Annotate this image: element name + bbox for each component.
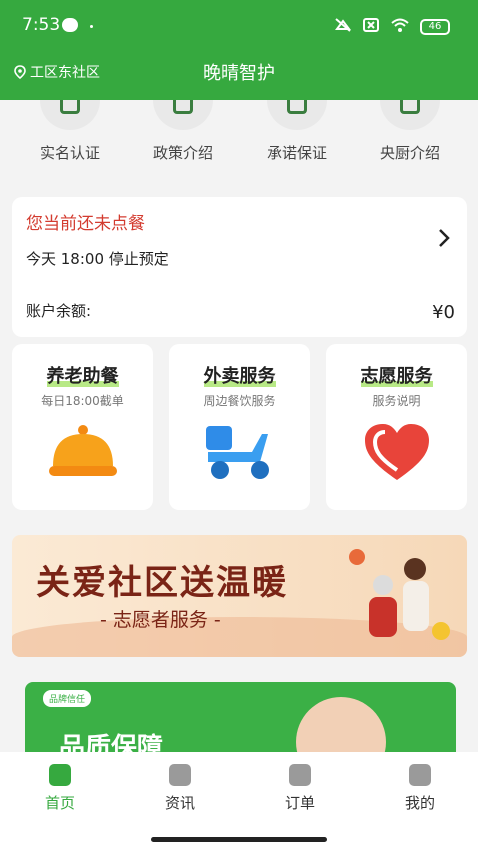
chevron-right-icon[interactable] (437, 227, 451, 255)
balance-label: 账户余额: (26, 302, 92, 320)
tab-home[interactable]: 首页 (10, 764, 110, 813)
home-icon (49, 764, 71, 786)
banner-subtitle: - 志愿者服务 - (100, 609, 221, 631)
quality-promo-card[interactable]: 品牌信任 品质保障 (25, 682, 456, 762)
order-status-card[interactable]: 您当前还未点餐 今天 18:00 停止预定 账户余额: ¥0 (12, 197, 467, 337)
quick-link-label: 政策介绍 (152, 144, 213, 162)
meal-cover-icon (49, 425, 117, 476)
wifi-icon (390, 17, 410, 37)
tab-profile[interactable]: 我的 (370, 764, 470, 813)
service-subtitle: 服务说明 (372, 394, 421, 408)
home-indicator[interactable] (151, 837, 327, 842)
wechat-icon (62, 18, 78, 32)
tab-label: 我的 (404, 794, 435, 812)
status-time: 7:53 (22, 15, 61, 35)
balance-value: ¥0 (432, 302, 455, 323)
tab-label: 首页 (44, 794, 75, 812)
profile-icon (409, 764, 431, 786)
quick-links: 实名认证 政策介绍 承诺保证 央厨介绍 (0, 100, 478, 180)
order-icon (289, 764, 311, 786)
service-title: 养老助餐 (46, 366, 119, 387)
page-title: 晚晴智护 (203, 63, 275, 84)
quick-link-promise[interactable]: 承诺保证 (247, 100, 347, 163)
mute-icon (334, 17, 352, 37)
tab-news[interactable]: 资讯 (130, 764, 230, 813)
notification-dot-icon (90, 25, 93, 28)
tab-orders[interactable]: 订单 (250, 764, 350, 813)
service-card-delivery[interactable]: 外卖服务 周边餐饮服务 (169, 344, 310, 510)
quick-link-policy[interactable]: 政策介绍 (133, 100, 233, 163)
id-verify-icon (40, 100, 100, 130)
news-icon (169, 764, 191, 786)
scooter-icon (206, 426, 269, 479)
bottom-tab-bar: 首页 资讯 订单 我的 (0, 752, 478, 850)
policy-icon (153, 100, 213, 130)
quick-link-kitchen[interactable]: 央厨介绍 (360, 100, 460, 163)
service-title: 志愿服务 (360, 366, 433, 387)
order-warning: 您当前还未点餐 (26, 214, 145, 234)
promise-icon (267, 100, 327, 130)
tab-label: 资讯 (164, 794, 195, 812)
status-bar: 7:53 46 (0, 0, 478, 50)
tab-label: 订单 (284, 794, 315, 812)
sim-icon (362, 17, 380, 37)
service-subtitle: 每日18:00截单 (41, 394, 124, 408)
promo-tag: 品牌信任 (43, 690, 92, 707)
status-icons: 46 (334, 17, 450, 37)
volunteer-banner[interactable]: 关爱社区送温暖 - 志愿者服务 - (12, 535, 467, 657)
service-card-volunteer[interactable]: 志愿服务 服务说明 (326, 344, 467, 510)
heart-icon (365, 424, 429, 480)
service-subtitle: 周边餐饮服务 (203, 394, 276, 408)
volunteer-illustration-icon (349, 549, 450, 640)
service-title: 外卖服务 (203, 366, 276, 387)
order-stop-time: 今天 18:00 停止预定 (26, 250, 169, 268)
banner-title: 关爱社区送温暖 (36, 563, 288, 603)
quick-link-label: 承诺保证 (266, 144, 327, 162)
quick-link-id-verify[interactable]: 实名认证 (20, 100, 120, 163)
app-header: 工区东社区 晚晴智护 (0, 50, 478, 100)
quick-link-label: 实名认证 (39, 144, 100, 162)
service-card-elder-meal[interactable]: 养老助餐 每日18:00截单 (12, 344, 153, 510)
battery-icon: 46 (420, 19, 450, 35)
quick-link-label: 央厨介绍 (379, 144, 440, 162)
kitchen-icon (380, 100, 440, 130)
